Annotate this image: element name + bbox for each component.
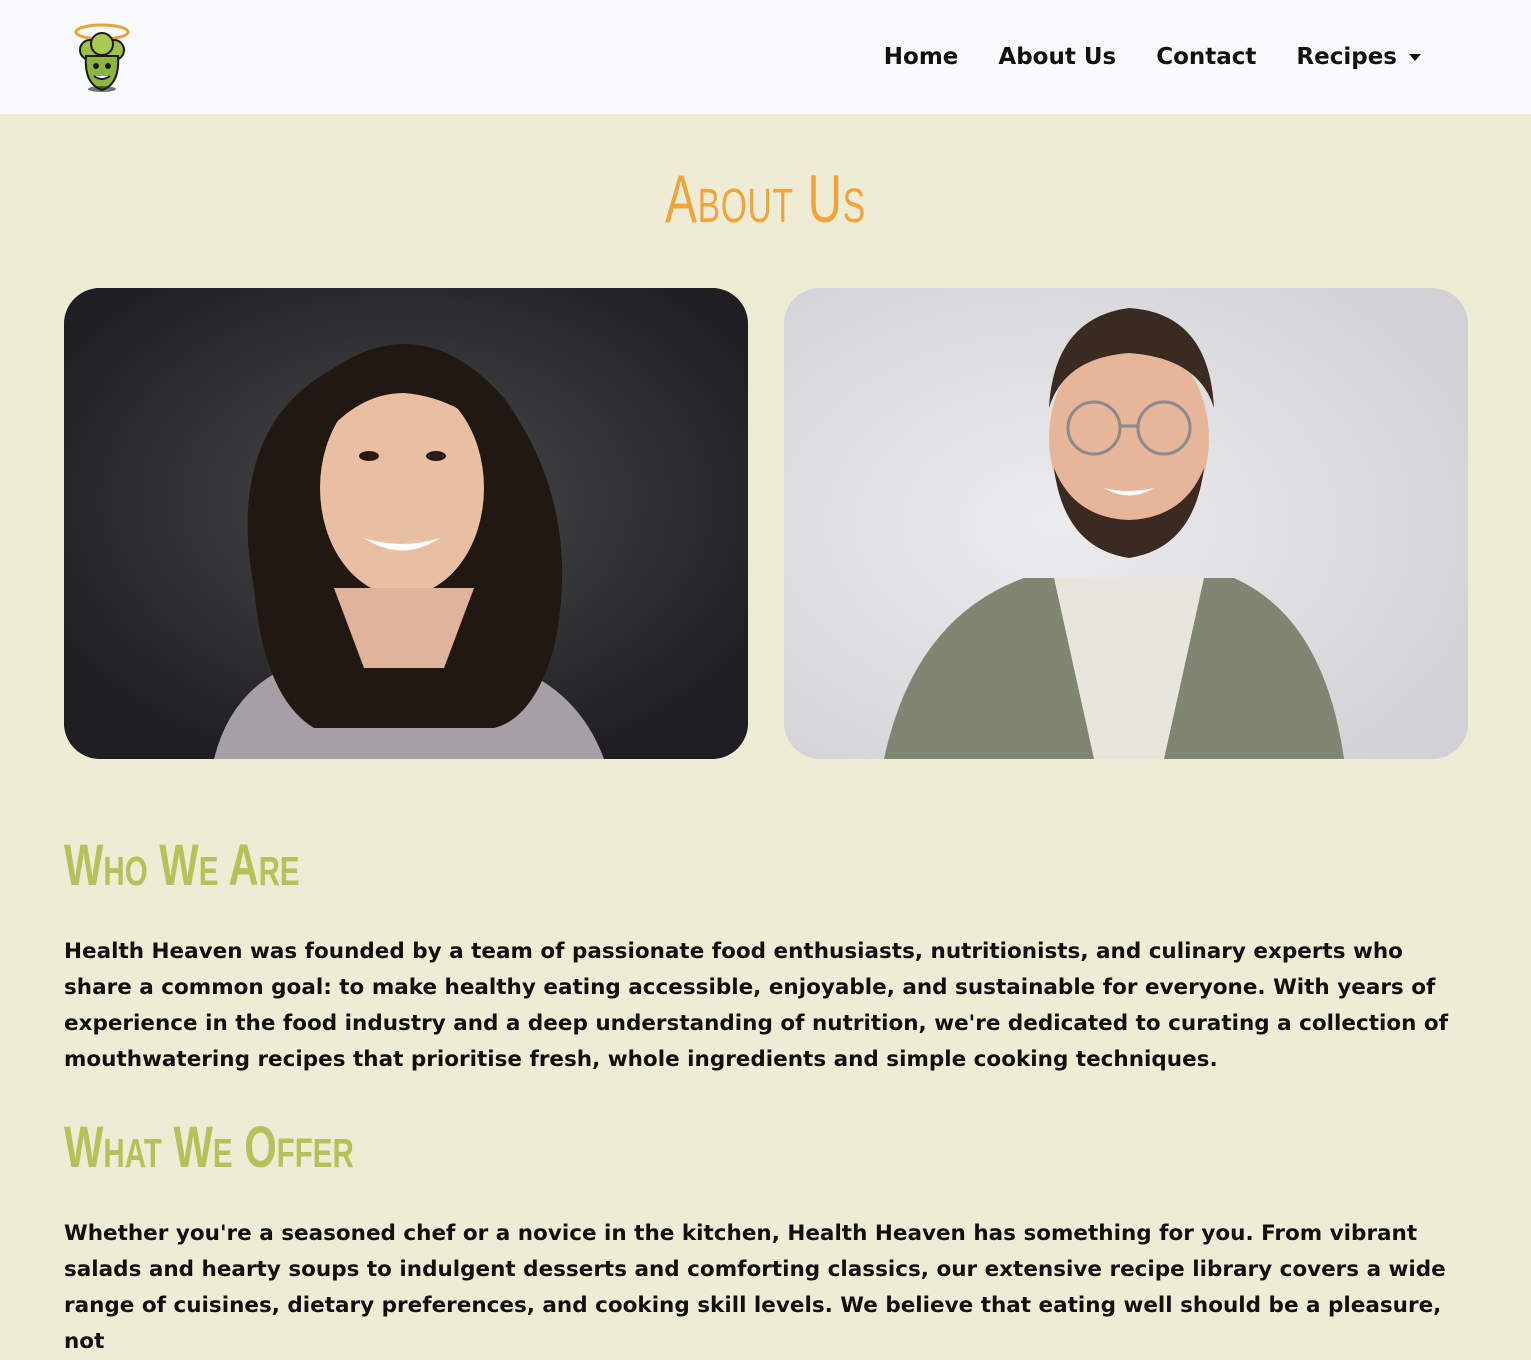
nav-links: Home About Us Contact Recipes [864,40,1441,74]
navbar: Home About Us Contact Recipes [0,0,1531,114]
what-we-offer-heading: What We Offer [64,1115,354,1180]
man-portrait-image [784,288,1468,759]
woman-portrait-image [64,288,748,759]
team-photo-woman [64,288,748,759]
nav-home-link[interactable]: Home [864,40,979,74]
what-we-offer-text: Whether you're a seasoned chef or a novi… [64,1221,1446,1354]
who-we-are-text: Health Heaven was founded by a team of p… [64,939,1449,1072]
team-photo-man [784,288,1468,759]
nav-contact-link[interactable]: Contact [1136,40,1276,74]
nav-contact-label: Contact [1156,44,1257,70]
nav-about-link[interactable]: About Us [978,40,1136,74]
who-we-are-heading: Who We Are [64,833,300,898]
nav-about-label: About Us [998,44,1117,70]
caret-down-icon [1409,53,1421,61]
nav-recipes-dropdown[interactable]: Recipes [1276,40,1441,74]
page-title: About Us [665,161,866,237]
nav-recipes-label: Recipes [1296,44,1397,70]
chef-mascot-logo[interactable] [70,22,134,94]
nav-home-label: Home [883,44,959,70]
chef-mascot-icon [74,23,130,92]
